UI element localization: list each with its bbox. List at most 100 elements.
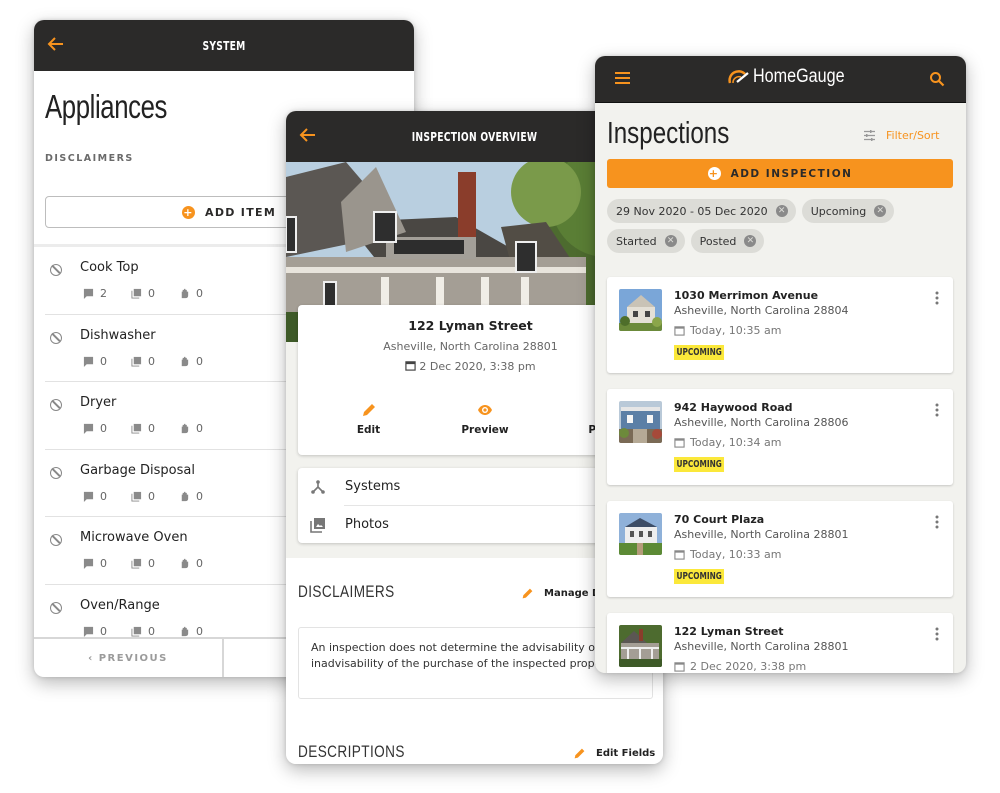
homegauge-logo: HomeGauge: [728, 66, 861, 88]
photo-icon: [131, 491, 142, 502]
remove-chip-icon[interactable]: ✕: [874, 205, 887, 217]
inspection-card[interactable]: 122 Lyman Street Asheville, North Caroli…: [607, 613, 953, 673]
photo-icon: [131, 356, 142, 367]
photo-count: 0: [148, 557, 155, 570]
calendar-icon: [674, 326, 685, 336]
inspection-card[interactable]: 1030 Merrimon Avenue Asheville, North Ca…: [607, 277, 953, 373]
more-options-icon[interactable]: [935, 403, 939, 417]
remove-chip-icon[interactable]: ✕: [775, 205, 788, 217]
status-badge: UPCOMING: [674, 457, 725, 472]
more-options-icon[interactable]: [935, 627, 939, 641]
hand-icon: [181, 288, 189, 299]
not-inspected-icon[interactable]: [50, 601, 62, 614]
hand-icon: [181, 356, 189, 366]
more-options-icon[interactable]: [935, 291, 939, 305]
edit-fields-button[interactable]: Edit Fields: [573, 747, 655, 760]
remove-chip-icon[interactable]: ✕: [664, 235, 677, 247]
photos-label: Photos: [345, 517, 389, 532]
defect-count: 0: [196, 624, 203, 638]
defect-count: 0: [196, 422, 203, 435]
defect-count: 0: [196, 287, 203, 300]
header-title: INSPECTION OVERVIEW: [411, 129, 538, 144]
add-item-label: ADD ITEM: [205, 205, 277, 219]
defect-count: 0: [196, 354, 203, 368]
defect-count: 0: [196, 557, 203, 570]
datetime-text: 2 Dec 2020, 3:38 pm: [690, 660, 807, 673]
item-name: Garbage Disposal: [80, 462, 195, 478]
photos-icon: [310, 517, 325, 533]
add-inspection-button[interactable]: + ADD INSPECTION: [607, 159, 953, 188]
item-name: Oven/Range: [80, 597, 160, 613]
remove-chip-icon[interactable]: ✕: [744, 235, 757, 247]
not-inspected-icon[interactable]: [50, 534, 62, 546]
status-badge: UPCOMING: [674, 569, 725, 584]
datetime-text: Today, 10:33 am: [690, 548, 782, 561]
calendar-icon: [674, 438, 685, 448]
hand-icon: [181, 491, 189, 501]
defect-count: 0: [196, 489, 203, 503]
add-inspection-label: ADD INSPECTION: [730, 167, 853, 180]
photo-icon: [131, 558, 142, 569]
photo-icon: [131, 288, 142, 299]
inspection-datetime: Today, 10:35 am: [674, 324, 781, 337]
disclaimers-title: DISCLAIMERS: [298, 582, 395, 601]
inspection-datetime: Today, 10:33 am: [674, 548, 781, 561]
filter-chip-posted[interactable]: Posted ✕: [690, 229, 765, 253]
status-badge: UPCOMING: [674, 345, 725, 360]
comment-icon: [83, 423, 94, 434]
pencil-icon: [574, 748, 585, 759]
systems-label: Systems: [345, 479, 401, 494]
datetime-text: Today, 10:34 am: [690, 436, 782, 449]
comment-icon: [83, 626, 94, 637]
not-inspected-icon[interactable]: [50, 466, 62, 479]
sliders-icon: [864, 130, 875, 141]
filter-chip-upcoming[interactable]: Upcoming ✕: [801, 199, 895, 223]
hand-icon: [181, 423, 189, 434]
property-thumbnail: [619, 401, 662, 443]
not-inspected-icon[interactable]: [50, 399, 62, 411]
hamburger-menu-icon[interactable]: [615, 72, 630, 84]
systems-icon: [311, 479, 325, 494]
not-inspected-icon[interactable]: [50, 264, 62, 276]
property-thumbnail: [619, 625, 662, 667]
photo-icon: [131, 423, 142, 434]
comment-icon: [83, 491, 94, 502]
more-options-icon[interactable]: [935, 515, 939, 529]
comment-icon: [83, 288, 94, 299]
not-inspected-icon[interactable]: [50, 331, 62, 344]
comment-count: 2: [100, 287, 107, 300]
brand-name: HomeGauge: [753, 66, 845, 87]
disclaimers-link[interactable]: DISCLAIMERS: [45, 153, 134, 164]
comment-icon: [83, 558, 94, 569]
inspection-card[interactable]: 70 Court Plaza Asheville, North Carolina…: [607, 501, 953, 597]
eye-icon: [478, 405, 492, 415]
edit-action[interactable]: Edit: [346, 402, 391, 436]
item-name: Microwave Oven: [80, 530, 188, 545]
property-thumbnail: [619, 289, 662, 331]
manage-disclaimers-button[interactable]: Manage D: [521, 587, 600, 600]
street-address: 70 Court Plaza: [674, 513, 765, 526]
inspection-card[interactable]: 942 Haywood Road Asheville, North Caroli…: [607, 389, 953, 485]
previous-button[interactable]: ‹ PREVIOUS: [34, 639, 224, 677]
inspection-datetime: 2 Dec 2020, 3:38 pm: [674, 660, 806, 673]
filter-chip-date-range[interactable]: 29 Nov 2020 - 05 Dec 2020 ✕: [607, 199, 796, 223]
page-title: Appliances: [45, 88, 168, 125]
item-name: Dishwasher: [80, 327, 156, 343]
photo-count: 0: [148, 287, 155, 300]
preview-action[interactable]: Preview: [450, 402, 520, 436]
street-address: 942 Haywood Road: [674, 401, 793, 414]
inspections-screen: HomeGauge Inspections Filter/Sort + ADD …: [595, 56, 966, 673]
chip-label: Posted: [699, 234, 737, 248]
edit-label: Edit: [356, 424, 381, 436]
street-address: 1030 Merrimon Avenue: [674, 289, 819, 302]
item-name: Dryer: [80, 395, 117, 410]
city-state: Asheville, North Carolina 28804: [674, 304, 849, 317]
filter-chip-started[interactable]: Started ✕: [607, 229, 685, 253]
comment-count: 0: [100, 489, 107, 503]
filter-sort-button[interactable]: Filter/Sort: [863, 129, 940, 142]
comment-count: 0: [100, 557, 107, 570]
filter-sort-label: Filter/Sort: [886, 129, 940, 142]
manage-label: Manage D: [544, 588, 601, 599]
comment-count: 0: [100, 422, 107, 435]
search-icon[interactable]: [929, 71, 945, 87]
